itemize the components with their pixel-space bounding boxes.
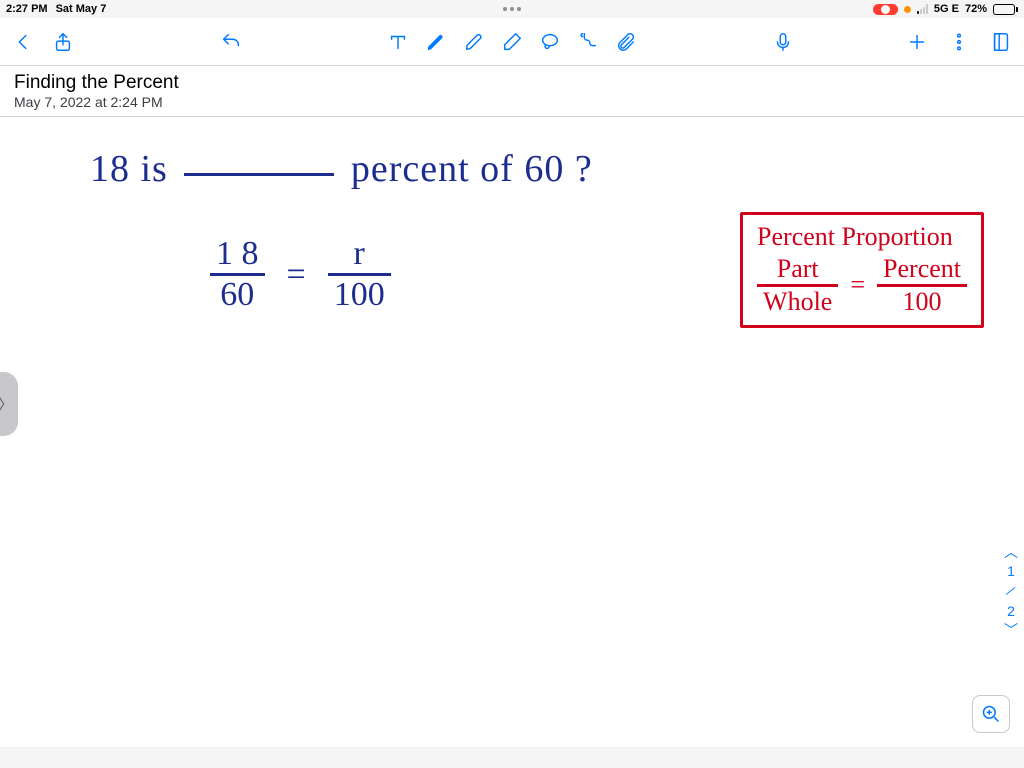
total-pages: 2 [1007,603,1015,619]
microphone-button[interactable] [772,31,794,53]
eraser-tool-button[interactable] [501,31,523,53]
handwriting-equation: 1 8 60 = r 100 [210,237,391,312]
handwriting-question: 18 is percent of 60 ? [90,147,593,191]
chevron-right-icon: 〉 [0,391,15,417]
undo-button[interactable] [220,31,242,53]
highlighter-tool-button[interactable] [463,31,485,53]
blank-underline [184,173,334,176]
battery-icon [993,4,1018,15]
mic-in-use-indicator [904,6,911,13]
network-label: 5G E [934,3,959,15]
more-options-button[interactable] [948,31,970,53]
note-canvas[interactable]: 〉 18 is percent of 60 ? 1 8 60 = r 100 P… [0,117,1024,747]
status-time: 2:27 PM [6,3,48,15]
cell-signal-icon [917,4,928,14]
page-separator: ∕ [1007,583,1015,599]
side-panel-handle[interactable]: 〉 [0,372,18,436]
chevron-down-icon[interactable]: ﹀ [1004,623,1018,637]
formula-title: Percent Proportion [757,223,967,252]
multitask-indicator[interactable] [503,7,521,11]
page-indicator[interactable]: ︿ 1 ∕ 2 ﹀ [1004,545,1018,637]
handwriting-formula-box: Percent Proportion Part Whole = Percent … [740,212,984,328]
attachment-tool-button[interactable] [615,31,637,53]
text-tool-button[interactable] [387,31,409,53]
chevron-up-icon[interactable]: ︿ [1004,545,1018,559]
note-title[interactable]: Finding the Percent [14,72,1010,94]
current-page: 1 [1007,563,1015,579]
page-layout-button[interactable] [990,31,1012,53]
zoom-in-button[interactable] [972,695,1010,733]
share-button[interactable] [52,31,74,53]
app-toolbar [0,18,1024,66]
note-timestamp: May 7, 2022 at 2:24 PM [14,94,1010,110]
lasso-tool-button[interactable] [539,31,561,53]
status-bar: 2:27 PM Sat May 7 5G E 72% [0,0,1024,18]
magnifier-plus-icon [981,704,1001,724]
pen-tool-button[interactable] [425,31,447,53]
screen-recording-indicator[interactable] [873,4,898,15]
battery-percent: 72% [965,3,987,15]
add-button[interactable] [906,31,928,53]
back-button[interactable] [12,31,34,53]
shape-tool-button[interactable] [577,31,599,53]
note-header: Finding the Percent May 7, 2022 at 2:24 … [0,66,1024,117]
status-date: Sat May 7 [56,3,107,15]
